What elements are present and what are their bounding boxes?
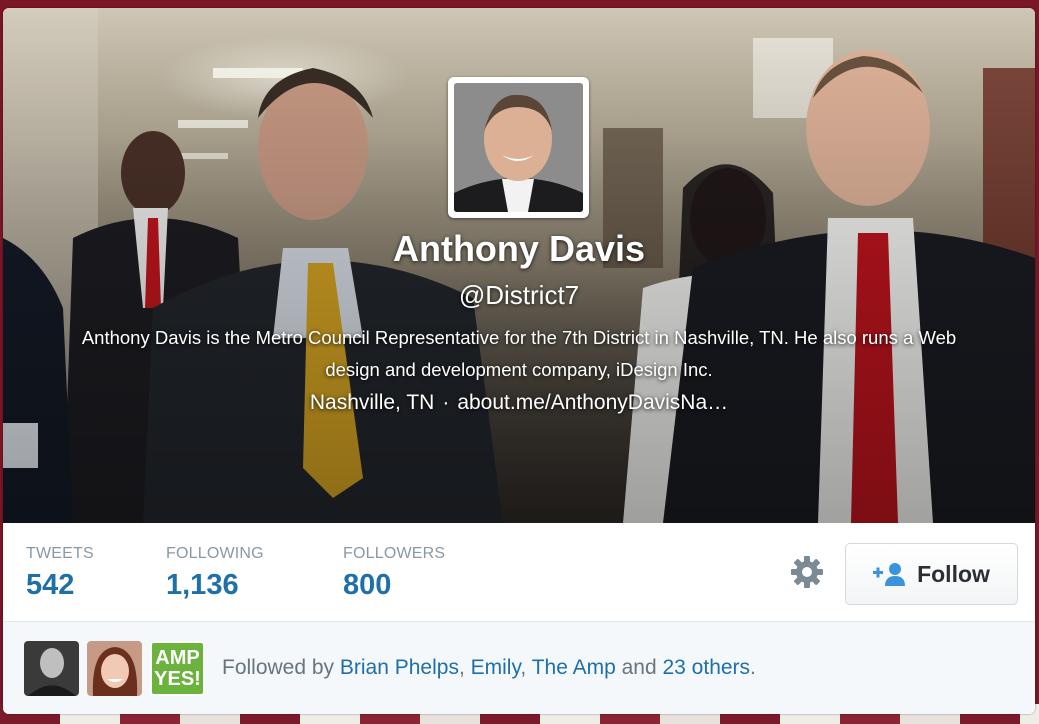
amp-logo-line2: YES! (154, 668, 201, 690)
profile-url-link[interactable]: about.me/AnthonyDavisNa… (457, 391, 728, 414)
stat-followers-label: FOLLOWERS (343, 545, 446, 562)
stat-followers-value: 800 (343, 569, 392, 601)
stat-following[interactable]: FOLLOWING 1,136 (166, 545, 264, 602)
followed-by-bar: AMP YES! Followed by Brian Phelps, Emily… (3, 622, 1035, 714)
avatar-photo (454, 83, 583, 212)
follower-avatar-brian[interactable] (24, 641, 79, 696)
profile-avatar[interactable] (448, 77, 589, 218)
gear-icon[interactable] (789, 554, 825, 590)
follower-avatar-the-amp[interactable]: AMP YES! (150, 641, 205, 696)
followed-by-suffix: . (750, 656, 756, 679)
meta-separator: · (442, 391, 450, 414)
amp-logo-line1: AMP (155, 647, 200, 669)
profile-handle: @District7 (458, 280, 580, 310)
profile-header: Anthony Davis @District7 Anthony Davis i… (3, 8, 1035, 523)
followed-by-link-others[interactable]: 23 others (662, 656, 750, 679)
profile-name: Anthony Davis (392, 228, 646, 269)
follower-avatar-emily[interactable] (87, 641, 142, 696)
follow-button-label: Follow (917, 560, 990, 587)
followed-by-link-emily[interactable]: Emily (471, 656, 521, 679)
followed-by-separator: , (458, 656, 471, 679)
stat-followers[interactable]: FOLLOWERS 800 (343, 545, 445, 602)
followed-by-prefix: Followed by (222, 656, 340, 679)
follow-button[interactable]: Follow (845, 543, 1018, 605)
profile-bio: Anthony Davis is the Metro Council Repre… (81, 327, 957, 380)
stat-tweets[interactable]: TWEETS 542 (26, 545, 94, 602)
profile-meta: Nashville, TN · about.me/AnthonyDavisNa… (3, 391, 1035, 415)
followed-by-text: Followed by Brian Phelps, Emily, The Amp… (222, 656, 756, 680)
followed-by-link-the-amp[interactable]: The Amp (532, 656, 616, 679)
stat-following-label: FOLLOWING (166, 545, 264, 562)
profile-card: Anthony Davis @District7 Anthony Davis i… (3, 8, 1035, 714)
add-user-icon (873, 563, 906, 586)
stat-tweets-label: TWEETS (26, 545, 94, 562)
stat-following-value: 1,136 (166, 569, 239, 601)
followed-by-link-brian[interactable]: Brian Phelps (340, 656, 459, 679)
profile-location: Nashville, TN (309, 391, 435, 414)
followed-by-separator: , (520, 656, 532, 679)
followed-by-and: and (615, 656, 663, 679)
stat-tweets-value: 542 (26, 569, 75, 601)
